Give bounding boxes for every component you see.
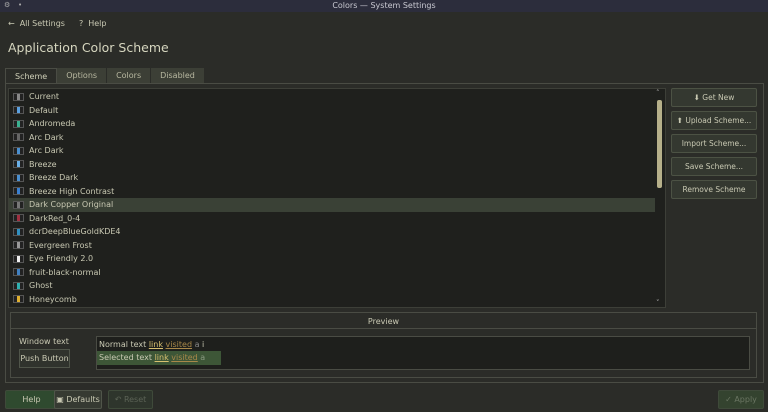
scheme-name: Dark Copper Original	[29, 200, 114, 210]
window-title: Colors — System Settings	[332, 1, 436, 10]
scheme-list-item[interactable]: Arc Dark	[9, 131, 655, 145]
scheme-swatch-icon	[13, 295, 24, 304]
scheme-name: Breeze Dark	[29, 173, 79, 183]
scheme-swatch-icon	[13, 92, 24, 101]
scroll-down-icon[interactable]: ˅	[656, 299, 660, 307]
scheme-name: Default	[29, 105, 59, 115]
scheme-name: Arc Dark	[29, 132, 64, 142]
tab-bar: Scheme Options Colors Disabled	[5, 68, 205, 83]
scheme-swatch-icon	[13, 200, 24, 209]
link-text: link	[148, 340, 163, 349]
inactive-text: a	[194, 340, 200, 349]
scheme-name: Current	[29, 92, 60, 102]
scheme-list-item[interactable]: Breeze High Contrast	[9, 185, 655, 199]
scheme-swatch-icon	[13, 173, 24, 182]
scrollbar[interactable]: ˄ ˅	[655, 88, 665, 308]
all-settings-button[interactable]: ← All Settings	[8, 19, 65, 28]
upload-scheme-button[interactable]: ⬆ Upload Scheme...	[671, 111, 757, 130]
selected-row: Selected text link visited a	[97, 351, 221, 365]
scheme-name: Arc Dark	[29, 146, 64, 156]
scheme-list-item[interactable]: Current	[9, 90, 655, 104]
scheme-name: Andromeda	[29, 119, 76, 129]
scheme-name: Honeycomb	[29, 294, 77, 304]
selected-inactive-text: a	[200, 353, 206, 362]
preview-push-button[interactable]: Push Button	[19, 349, 70, 368]
divider	[11, 328, 756, 329]
selected-visited-text: visited	[171, 353, 198, 362]
import-scheme-button[interactable]: Import Scheme...	[671, 134, 757, 153]
tab-scheme[interactable]: Scheme	[5, 68, 58, 83]
scheme-name: Breeze	[29, 159, 57, 169]
defaults-icon: ▣	[56, 395, 67, 404]
visited-text: visited	[165, 340, 193, 349]
scheme-list-item[interactable]: fruit-black-normal	[9, 266, 655, 280]
scheme-list-item[interactable]: Arc Dark	[9, 144, 655, 158]
scheme-list-item[interactable]: Dark Copper Original	[9, 198, 655, 212]
scheme-swatch-icon	[13, 241, 24, 250]
help-icon: ?	[78, 18, 84, 28]
normal-text: Normal text	[99, 340, 147, 349]
scheme-name: Ghost	[29, 281, 53, 291]
download-icon: ⬇	[693, 93, 703, 102]
scheme-swatch-icon	[13, 268, 24, 277]
tab-colors[interactable]: Colors	[107, 68, 152, 83]
scheme-swatch-icon	[13, 187, 24, 196]
tab-disabled[interactable]: Disabled	[151, 68, 205, 83]
selected-text: Selected text	[99, 353, 153, 362]
scheme-list-item[interactable]: Ghost	[9, 279, 655, 293]
help-button[interactable]: Help	[5, 390, 58, 409]
preview-view: Normal text link visited a i Selected te…	[96, 336, 750, 370]
page-title: Application Color Scheme	[8, 40, 169, 55]
scheme-list-item[interactable]: Honeycomb	[9, 293, 655, 307]
remove-scheme-button[interactable]: Remove Scheme	[671, 180, 757, 199]
scheme-swatch-icon	[13, 281, 24, 290]
apply-button[interactable]: ✓ Apply	[718, 390, 764, 409]
window-text-label: Window text	[19, 337, 69, 346]
scheme-swatch-icon	[13, 133, 24, 142]
tab-options[interactable]: Options	[57, 68, 108, 83]
scheme-swatch-icon	[13, 160, 24, 169]
get-new-schemes-button[interactable]: ⬇ Get New Schemes...	[671, 88, 757, 119]
scroll-up-icon[interactable]: ˄	[656, 89, 660, 97]
scheme-swatch-icon	[13, 227, 24, 236]
scheme-swatch-icon	[13, 119, 24, 128]
scheme-list-item[interactable]: Evergreen Frost	[9, 239, 655, 253]
scheme-name: Breeze High Contrast	[29, 186, 115, 196]
scheme-list[interactable]: Current Default Andromeda Arc Dark Arc Dark B…	[8, 88, 666, 308]
scheme-name: DarkRed_0-4	[29, 213, 81, 223]
title-bar: ⚙ • Colors — System Settings	[0, 0, 768, 12]
defaults-button[interactable]: ▣ Defaults	[54, 390, 102, 409]
scheme-swatch-icon	[13, 106, 24, 115]
help-toolbar-button[interactable]: ? Help	[79, 19, 107, 28]
scheme-name: Eye Friendly 2.0	[29, 254, 94, 264]
scheme-list-item[interactable]: Breeze	[9, 158, 655, 172]
scheme-name: dcrDeepBlueGoldKDE4	[29, 227, 121, 237]
reset-icon: ↶	[114, 395, 124, 404]
back-arrow-icon: ←	[8, 18, 15, 28]
scheme-list-item[interactable]: Default	[9, 104, 655, 118]
scheme-list-item[interactable]: dcrDeepBlueGoldKDE4	[9, 225, 655, 239]
negative-text: i	[202, 340, 205, 349]
scrollbar-thumb[interactable]	[657, 100, 662, 188]
scheme-list-item[interactable]: Breeze Dark	[9, 171, 655, 185]
scheme-list-item[interactable]: DarkRed_0-4	[9, 212, 655, 226]
scheme-list-item[interactable]: Andromeda	[9, 117, 655, 131]
reset-button[interactable]: ↶ Reset	[108, 390, 153, 409]
scheme-swatch-icon	[13, 214, 24, 223]
scheme-name: fruit-black-normal	[29, 267, 101, 277]
selected-link-text: link	[154, 353, 169, 362]
preview-title: Preview	[367, 317, 400, 326]
scheme-name: Evergreen Frost	[29, 240, 92, 250]
preview-group: Preview Window text Push Button Normal t…	[10, 312, 757, 378]
scheme-list-item[interactable]: Eye Friendly 2.0	[9, 252, 655, 266]
scheme-swatch-icon	[13, 254, 24, 263]
apply-icon: ✓	[725, 395, 735, 404]
save-scheme-button[interactable]: Save Scheme...	[671, 157, 757, 176]
scheme-swatch-icon	[13, 146, 24, 155]
